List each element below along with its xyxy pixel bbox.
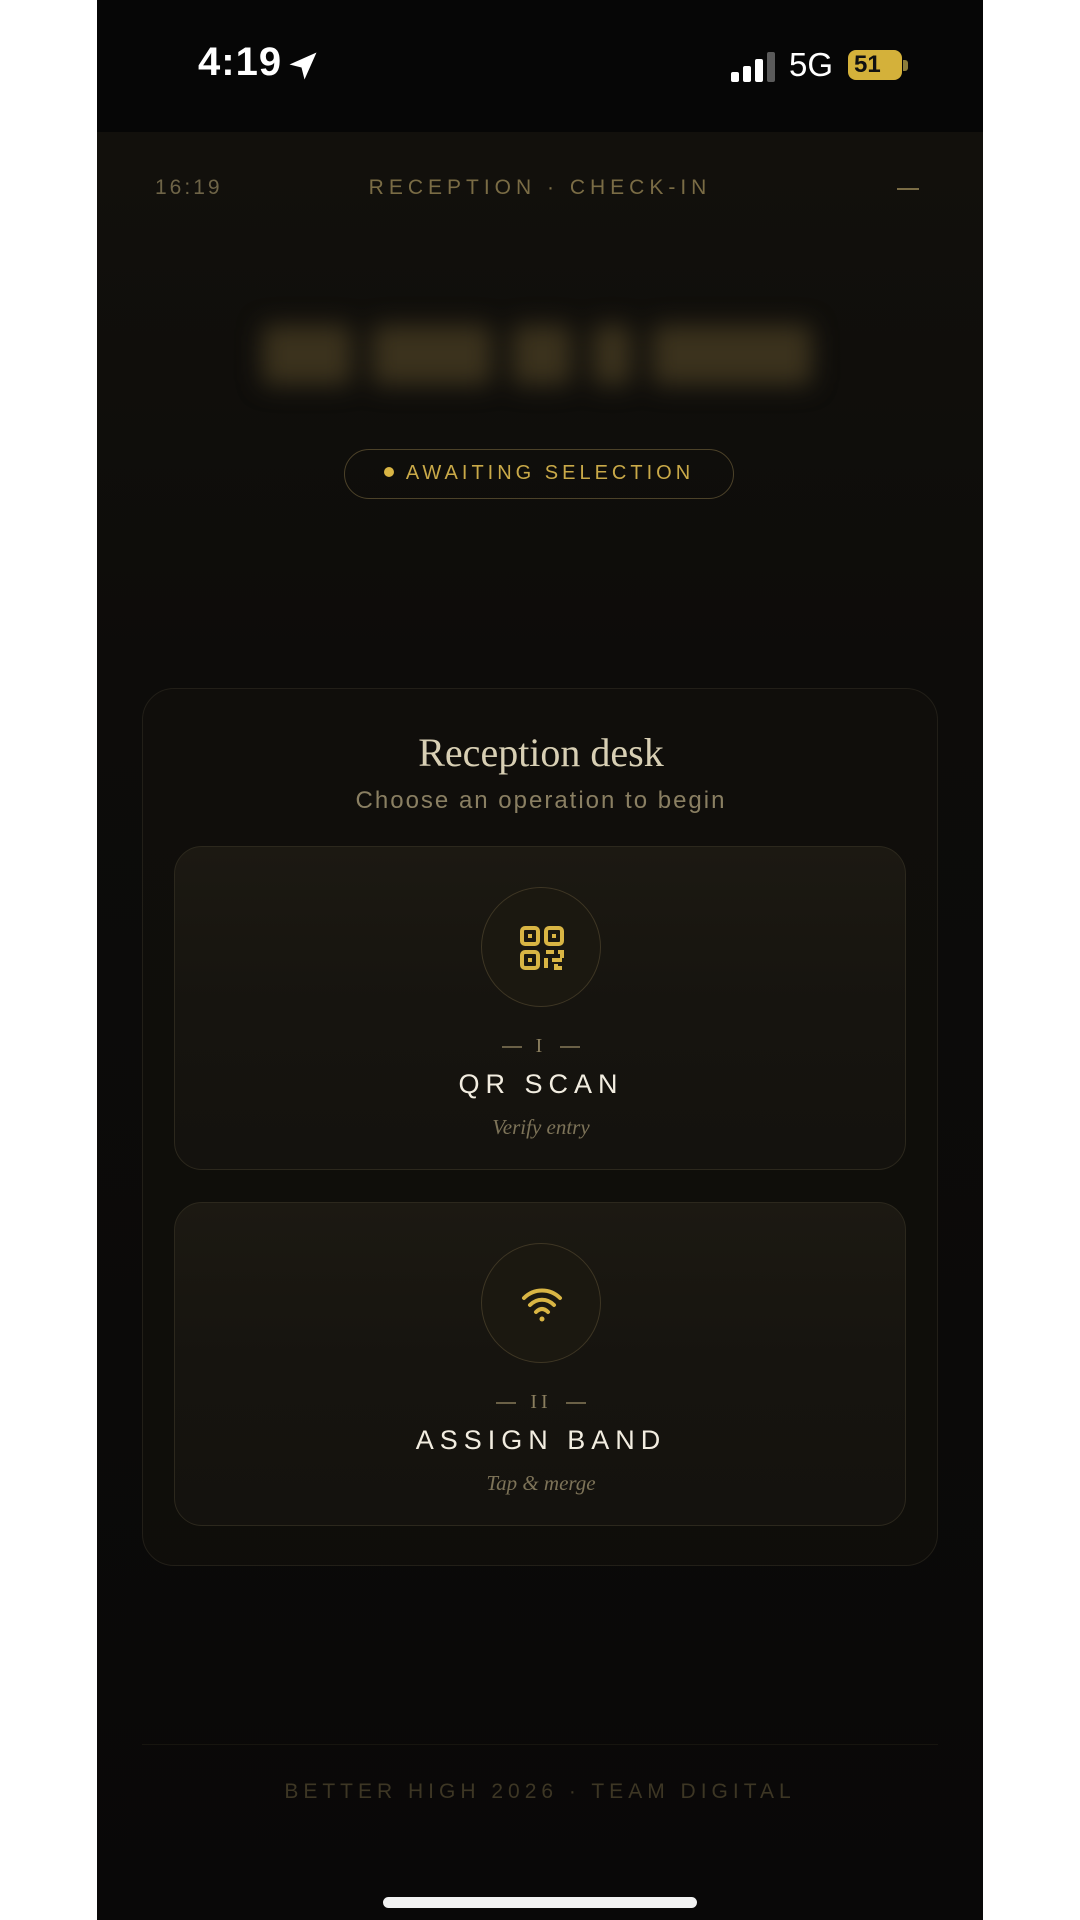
assign-band-button[interactable]: II ASSIGN BAND Tap & merge	[174, 1202, 906, 1526]
signal-strength-icon	[731, 52, 775, 82]
menu-icon[interactable]	[897, 188, 919, 190]
icon-circle	[481, 887, 601, 1007]
icon-circle	[481, 1243, 601, 1363]
network-type: 5G	[789, 46, 834, 83]
blurred-heading	[217, 312, 857, 412]
operation-numeral: I	[175, 1035, 907, 1058]
status-time: 4:19	[198, 40, 283, 84]
status-dot-icon	[383, 466, 394, 477]
home-indicator[interactable]	[383, 1897, 697, 1908]
footer-divider	[142, 1744, 938, 1745]
panel-title: Reception desk	[418, 730, 664, 775]
app-content: 16:19 RECEPTION · CHECK-IN AWAITING SELE…	[97, 132, 983, 1920]
operation-hint: Verify entry	[492, 1115, 590, 1139]
location-arrow-icon	[289, 52, 317, 80]
status-badge: AWAITING SELECTION	[344, 449, 734, 499]
operation-label: QR SCAN	[458, 1069, 624, 1099]
header-title: RECEPTION · CHECK-IN	[368, 176, 712, 199]
status-bar: 4:19 5G 51	[97, 0, 983, 132]
operation-numeral: II	[175, 1391, 907, 1414]
operation-hint: Tap & merge	[486, 1471, 596, 1495]
footer-text: BETTER HIGH 2026 · TEAM DIGITAL	[284, 1780, 796, 1803]
wireless-icon	[522, 1288, 562, 1322]
panel-subtitle: Choose an operation to begin	[355, 787, 727, 814]
battery-level: 51	[854, 51, 881, 78]
battery-tip	[903, 60, 908, 71]
status-badge-label: AWAITING SELECTION	[405, 462, 695, 484]
qr-code-icon	[520, 926, 564, 970]
phone-screen: 4:19 5G 51 16:19 RECEPTION · CHECK-IN AW…	[97, 0, 983, 1920]
qr-scan-button[interactable]: I QR SCAN Verify entry	[174, 846, 906, 1170]
reception-panel: Reception desk Choose an operation to be…	[142, 688, 938, 1566]
operation-label: ASSIGN BAND	[415, 1425, 667, 1455]
battery-icon: 51	[848, 50, 902, 80]
